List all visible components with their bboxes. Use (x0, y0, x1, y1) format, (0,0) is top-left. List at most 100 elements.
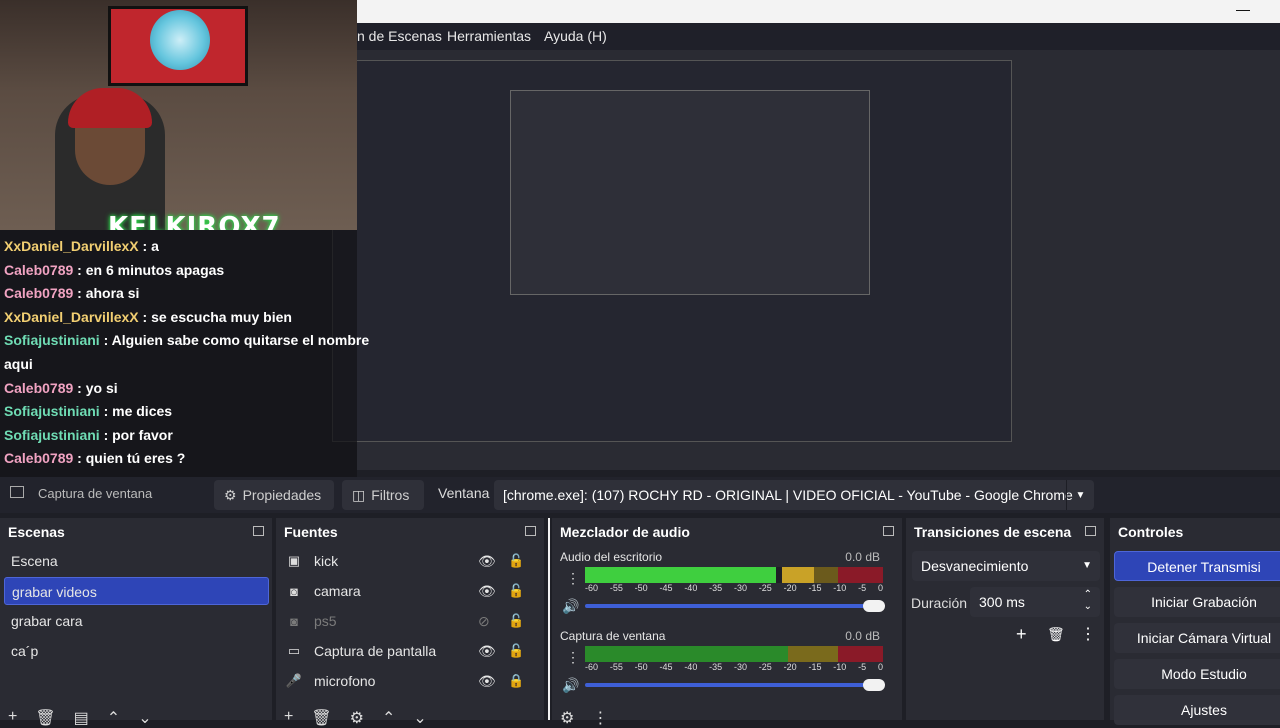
slider-knob[interactable] (863, 679, 885, 691)
scenes-title: Escenas (0, 518, 272, 546)
scenes-toolbar: + 🗑 ▤ ⌃ ⌄ (8, 708, 152, 728)
tick-label: 0 (877, 662, 883, 672)
channel-name: Captura de ventana (560, 629, 666, 643)
nested-preview-inner (510, 90, 870, 295)
add-icon[interactable]: + (8, 708, 17, 728)
tick-label: -55 (609, 583, 623, 593)
meter-ticks: -60 -55 -50 -45 -40 -35 -30 -25 -20 -15 -10 -5 0 (585, 583, 883, 593)
chat-text: : en 6 minutos apagas (73, 261, 225, 278)
filter-icon: ◫ (352, 486, 366, 503)
source-type-icon (10, 486, 24, 498)
chevron-down-icon[interactable]: ▼ (1066, 480, 1094, 510)
lock-icon[interactable]: 🔓 (508, 643, 524, 659)
menu-scene-collection[interactable]: n de Escenas (357, 28, 442, 44)
trash-icon[interactable]: 🗑 (1047, 626, 1065, 643)
scene-item[interactable]: grabar cara (4, 607, 269, 635)
speaker-icon[interactable]: 🔊 (562, 598, 579, 615)
menu-tools[interactable]: Herramientas (447, 28, 531, 44)
chevron-up-icon[interactable]: ⌃ (107, 708, 120, 728)
tick-label: -10 (833, 662, 847, 672)
duration-stepper[interactable]: 300 ms ⌃ ⌄ (970, 587, 1100, 617)
gear-icon[interactable]: ⚙ (350, 708, 364, 728)
meter-ticks: -60 -55 -50 -45 -40 -35 -30 -25 -20 -15 -10 -5 0 (585, 662, 883, 672)
properties-button[interactable]: ⚙ Propiedades (214, 480, 334, 510)
chat-text: aqui (4, 356, 33, 372)
gear-icon[interactable]: ⚙ (560, 708, 574, 728)
float-dock-icon[interactable] (1085, 526, 1096, 536)
sources-title: Fuentes (276, 518, 544, 546)
eye-icon[interactable]: 👁 (478, 643, 496, 660)
channel-db: 0.0 dB (845, 550, 880, 564)
controls-title: Controles (1118, 524, 1184, 540)
chat-text: : por favor (99, 426, 173, 443)
source-item[interactable]: ◙ ps5 ⊘ 🔓 (282, 607, 532, 635)
source-item[interactable]: ▭ Captura de pantalla 👁 🔓 (282, 637, 532, 665)
add-icon[interactable]: + (284, 708, 293, 728)
more-options-icon[interactable]: ⋮ (1080, 624, 1096, 644)
scene-item[interactable]: ca´p (4, 637, 269, 665)
eye-icon[interactable]: 👁 (478, 673, 496, 690)
audio-mixer-dock: Mezclador de audio Audio del escritorio … (552, 518, 902, 727)
chevron-down-icon[interactable]: ⌄ (138, 708, 151, 728)
monitor-icon: ▭ (287, 643, 301, 658)
tick-label: -50 (634, 662, 648, 672)
speaker-icon[interactable]: 🔊 (562, 677, 579, 694)
tick-label: -5 (858, 583, 867, 593)
tick-label: -40 (684, 662, 698, 672)
source-toolbar: Captura de ventana ⚙ Propiedades ◫ Filtros… (0, 477, 1280, 513)
chevron-down-icon[interactable]: ⌄ (413, 708, 426, 728)
channel-name: Audio del escritorio (560, 550, 663, 564)
minimize-icon[interactable]: — (1236, 2, 1250, 18)
lock-icon[interactable]: 🔓 (508, 583, 524, 599)
scene-item-selected[interactable]: grabar videos (4, 577, 269, 605)
float-dock-icon[interactable] (525, 526, 536, 536)
trash-icon[interactable]: 🗑 (35, 708, 55, 728)
window-select[interactable]: [chrome.exe]: (107) ROCHY RD - ORIGINAL … (494, 480, 1094, 510)
float-dock-icon[interactable] (253, 526, 264, 536)
menu-help[interactable]: Ayuda (H) (544, 28, 607, 44)
volume-slider[interactable] (585, 679, 885, 691)
stop-streaming-button[interactable]: Detener Transmisi (1114, 551, 1280, 581)
chat-text: : me dices (99, 403, 173, 420)
filters-button[interactable]: ◫ Filtros (342, 480, 424, 510)
eye-icon[interactable]: 👁 (478, 553, 496, 570)
volume-slider[interactable] (585, 600, 885, 612)
chat-message: Sofiajustiniani : me dices (4, 403, 172, 419)
stepper-arrows-icon[interactable]: ⌃ ⌄ (1084, 589, 1092, 613)
eye-off-icon[interactable]: ⊘ (478, 613, 490, 630)
lock-icon[interactable]: 🔓 (508, 613, 524, 629)
eye-icon[interactable]: 👁 (478, 583, 496, 600)
source-label: ps5 (314, 613, 337, 629)
chat-message: XxDaniel_DarvillexX : a (4, 238, 159, 254)
source-item[interactable]: ▣ kick 👁 🔓 (282, 547, 532, 575)
start-virtual-camera-button[interactable]: Iniciar Cámara Virtual (1114, 623, 1280, 653)
tick-label: -15 (808, 662, 822, 672)
more-options-icon[interactable]: ⋮ (566, 570, 580, 587)
start-recording-button[interactable]: Iniciar Grabación (1114, 587, 1280, 617)
dock-splitter[interactable] (548, 518, 550, 720)
trash-icon[interactable]: 🗑 (311, 708, 331, 728)
chat-text: : a (138, 238, 159, 254)
lock-icon[interactable]: 🔒 (508, 673, 524, 689)
fan-image (150, 10, 210, 70)
studio-mode-button[interactable]: Modo Estudio (1114, 659, 1280, 689)
filter-icon[interactable]: ▤ (74, 708, 89, 728)
filters-label: Filtros (371, 487, 410, 503)
more-options-icon[interactable]: ⋮ (566, 649, 580, 666)
slider-knob[interactable] (863, 600, 885, 612)
controls-dock: Controles Detener Transmisi Iniciar Grab… (1110, 518, 1280, 725)
source-item[interactable]: 🎤 microfono 👁 🔒 (282, 667, 532, 695)
scene-item[interactable]: Escena (4, 547, 269, 575)
camera-icon: ◙ (290, 613, 298, 629)
source-item[interactable]: ◙ camara 👁 🔓 (282, 577, 532, 605)
lock-icon[interactable]: 🔓 (508, 553, 524, 569)
add-icon[interactable]: + (1016, 624, 1027, 645)
chat-username: Sofiajustiniani (4, 426, 100, 443)
settings-button[interactable]: Ajustes (1114, 695, 1280, 725)
tick-label: -55 (609, 662, 623, 672)
browser-icon: ▣ (287, 553, 301, 568)
chevron-up-icon[interactable]: ⌃ (382, 708, 395, 728)
float-dock-icon[interactable] (883, 526, 894, 536)
transition-select[interactable]: Desvanecimiento ▼ (912, 551, 1100, 581)
more-options-icon[interactable]: ⋮ (592, 708, 608, 728)
